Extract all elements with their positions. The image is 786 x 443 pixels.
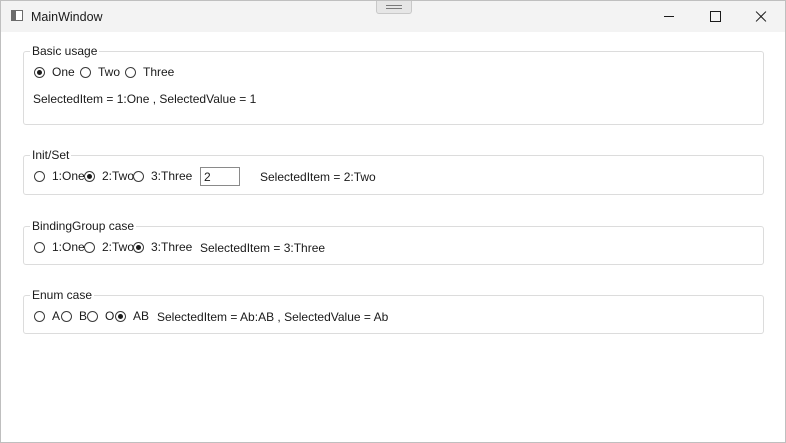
radio-indicator [133,170,144,182]
group-header: Enum case [30,288,95,302]
title-bar[interactable]: MainWindow [1,1,785,32]
snap-layout-handle[interactable] [376,1,412,14]
radio-indicator [84,170,95,182]
maximize-button[interactable] [692,1,738,32]
maximize-icon [709,11,721,22]
radio-label: 2:Two [102,169,135,183]
radio-a[interactable]: A [34,309,60,323]
radio-label: A [52,309,61,323]
radio-indicator [80,66,91,78]
radio-o[interactable]: O [87,309,114,323]
selection-status: SelectedItem = 2:Two [260,170,376,184]
selection-status: SelectedItem = 1:One , SelectedValue = 1 [33,92,257,106]
radio-label: 1:One [52,169,85,183]
radio-label: O [105,309,115,323]
radio-indicator [87,310,98,322]
radio-3-three[interactable]: 3:Three [133,240,192,254]
close-button[interactable] [738,1,784,32]
minimize-icon [664,16,674,17]
radio-label: One [52,65,75,79]
selection-status: SelectedItem = Ab:AB , SelectedValue = A… [157,310,389,324]
radio-indicator [34,170,45,182]
radio-indicator [34,66,45,78]
group-header: Init/Set [30,148,72,162]
radio-label: B [79,309,88,323]
radio-b[interactable]: B [61,309,87,323]
radio-1-one[interactable]: 1:One [34,169,85,183]
window-icon[interactable] [11,10,23,21]
group-init-set: Init/Set 1:One 2:Two 3:Three SelectedIte… [23,148,764,195]
radio-label: 1:One [52,240,85,254]
radio-2-two[interactable]: 2:Two [84,240,134,254]
radio-label: Two [98,65,121,79]
radio-indicator [61,310,72,322]
radio-one[interactable]: One [34,65,75,79]
radio-indicator [115,310,126,322]
radio-label: 3:Three [151,240,193,254]
value-textbox[interactable] [200,167,240,186]
group-header: BindingGroup case [30,219,137,233]
radio-3-three[interactable]: 3:Three [133,169,192,183]
radio-indicator [133,241,144,253]
close-icon [755,11,767,23]
minimize-button[interactable] [646,1,692,32]
radio-label: 3:Three [151,169,193,183]
group-basic-usage: Basic usage One Two Three SelectedItem =… [23,44,764,125]
radio-label: 2:Two [102,240,135,254]
group-header: Basic usage [30,44,100,58]
radio-label: Three [143,65,175,79]
radio-2-two[interactable]: 2:Two [84,169,134,183]
window-title: MainWindow [31,10,103,24]
radio-indicator [84,241,95,253]
radio-indicator [125,66,136,78]
main-window: MainWindow Basic usage One Two Three Sel… [0,0,786,443]
radio-two[interactable]: Two [80,65,120,79]
group-enum-case: Enum case A B O AB SelectedItem = Ab:AB … [23,288,764,334]
radio-indicator [34,310,45,322]
radio-three[interactable]: Three [125,65,174,79]
radio-ab[interactable]: AB [115,309,149,323]
radio-indicator [34,241,45,253]
group-bindinggroup-case: BindingGroup case 1:One 2:Two 3:Three Se… [23,219,764,265]
radio-1-one[interactable]: 1:One [34,240,85,254]
selection-status: SelectedItem = 3:Three [200,241,326,255]
radio-label: AB [133,309,150,323]
